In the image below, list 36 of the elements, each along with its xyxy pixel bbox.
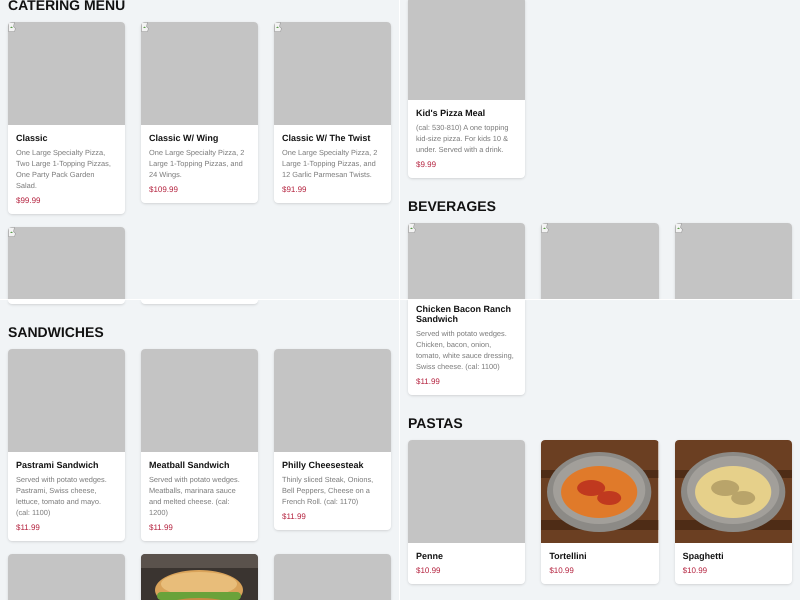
broken-image-icon — [674, 223, 685, 233]
section-heading: BEVERAGES — [408, 199, 497, 213]
item-name: Classic W/ The Twist — [282, 133, 372, 143]
item-name: Pastrami Sandwich — [16, 460, 100, 470]
broken-image-icon — [8, 22, 18, 32]
section-heading: PASTAS — [408, 416, 464, 430]
item-name: Chicken Bacon Ranch Sandwich — [416, 304, 512, 324]
broken-image-icon — [8, 227, 18, 237]
item-name: Kid's Pizza Meal — [416, 108, 486, 118]
item-price: $9.99 — [416, 159, 438, 170]
item-price: $99.99 — [16, 195, 42, 206]
section-heading: SANDWICHES — [8, 325, 105, 339]
item-name: Philly Cheesesteak — [282, 460, 365, 470]
item-name: Tortellini — [549, 551, 588, 561]
broken-image-icon — [141, 22, 151, 32]
item-name: Spaghetti — [682, 551, 725, 561]
menu-card[interactable]: Penne $10.99 — [408, 440, 526, 584]
item-name: Meatball Sandwich — [149, 460, 231, 470]
broken-image-icon — [274, 22, 284, 32]
item-price: $10.99 — [416, 565, 442, 576]
item-name: Classic W/ Wing — [149, 133, 220, 143]
menu-card[interactable]: Spaghetti $10.99 — [674, 440, 792, 584]
menu-card[interactable]: Tortellini $10.99 — [541, 440, 659, 584]
item-price: $11.99 — [149, 522, 174, 533]
item-price: $11.99 — [16, 522, 41, 533]
item-price: $109.99 — [149, 184, 179, 195]
section-heading: CATERING MENU — [8, 0, 126, 12]
item-name: Classic — [16, 133, 49, 143]
broken-image-icon — [541, 223, 552, 233]
item-price: $91.99 — [282, 184, 308, 195]
item-price: $10.99 — [549, 565, 575, 576]
broken-image-icon — [408, 223, 418, 233]
item-price: $11.99 — [416, 376, 441, 387]
item-price: $10.99 — [682, 565, 708, 576]
item-name: Penne — [416, 551, 444, 561]
item-price: $11.99 — [282, 511, 307, 522]
